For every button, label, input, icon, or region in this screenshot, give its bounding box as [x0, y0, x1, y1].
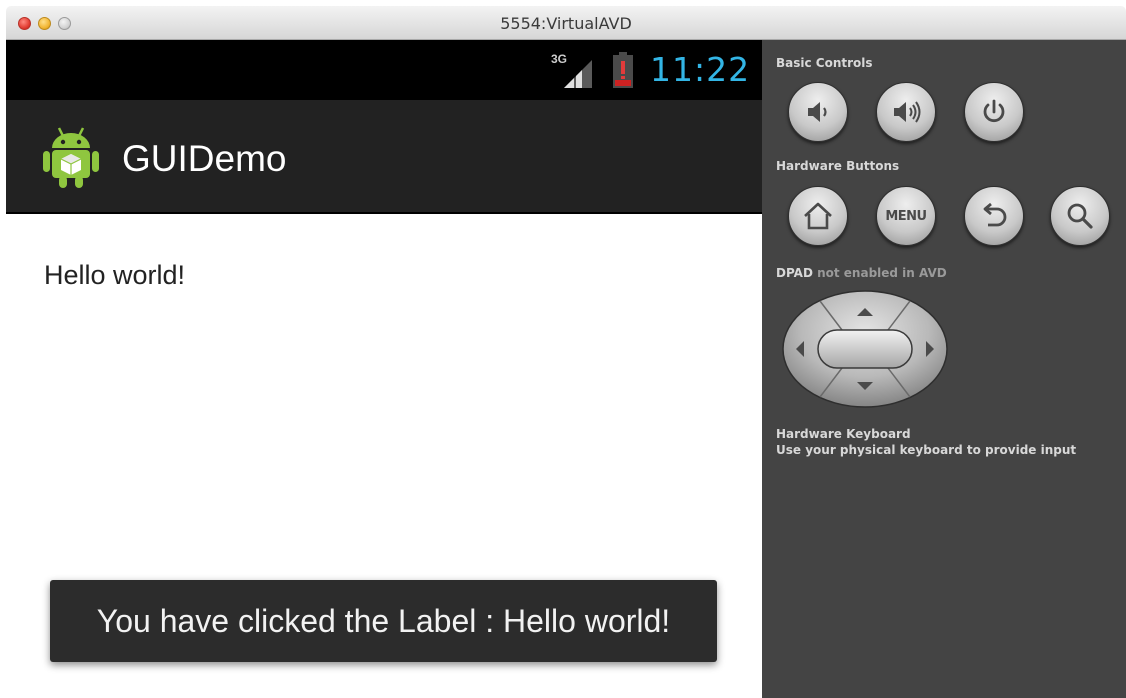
menu-button[interactable]: MENU — [876, 186, 936, 246]
app-title: GUIDemo — [122, 138, 287, 179]
hardware-keyboard-info: Hardware Keyboard Use your physical keyb… — [776, 426, 1076, 458]
back-button[interactable] — [964, 186, 1024, 246]
status-bar: 3G 11:22 — [6, 40, 762, 100]
android-robot-icon[interactable] — [40, 124, 102, 190]
volume-down-icon — [808, 102, 827, 122]
emulator-controls-panel: Basic Controls Hardware Buttons MENU DPA… — [762, 40, 1126, 698]
dpad-heading-strong: DPAD — [776, 266, 813, 280]
back-icon — [983, 202, 1007, 227]
main-content: Hello world! You have clicked the Label … — [6, 216, 762, 698]
status-clock: 11:22 — [650, 50, 751, 89]
dpad-heading-status: not enabled in AVD — [817, 266, 947, 280]
signal-strength-icon — [564, 60, 592, 88]
basic-controls-heading: Basic Controls — [776, 56, 873, 70]
toast-text: You have clicked the Label : Hello world… — [96, 602, 671, 639]
power-icon — [983, 99, 1005, 123]
home-icon — [804, 202, 832, 230]
search-icon — [1067, 203, 1093, 229]
window-titlebar: 5554:VirtualAVD — [6, 6, 1126, 40]
volume-up-button[interactable] — [876, 82, 936, 142]
window-title: 5554:VirtualAVD — [500, 14, 632, 33]
device-screen[interactable]: 3G 11:22 GUIDemo Hello world! You have c… — [6, 40, 762, 698]
hardware-buttons-heading: Hardware Buttons — [776, 159, 900, 173]
battery-low-icon — [613, 52, 633, 88]
action-bar: GUIDemo — [6, 100, 762, 214]
hello-label[interactable]: Hello world! — [44, 260, 185, 291]
dpad-heading: DPAD not enabled in AVD — [776, 266, 947, 280]
hardware-keyboard-hint: Use your physical keyboard to provide in… — [776, 443, 1077, 457]
hardware-keyboard-heading: Hardware Keyboard — [776, 427, 911, 441]
search-button[interactable] — [1050, 186, 1110, 246]
power-button[interactable] — [964, 82, 1024, 142]
toast-message: You have clicked the Label : Hello world… — [50, 580, 717, 662]
menu-button-label: MENU — [885, 208, 927, 224]
volume-down-button[interactable] — [788, 82, 848, 142]
volume-up-icon — [894, 101, 921, 123]
home-button[interactable] — [788, 186, 848, 246]
dpad-control — [782, 290, 948, 408]
